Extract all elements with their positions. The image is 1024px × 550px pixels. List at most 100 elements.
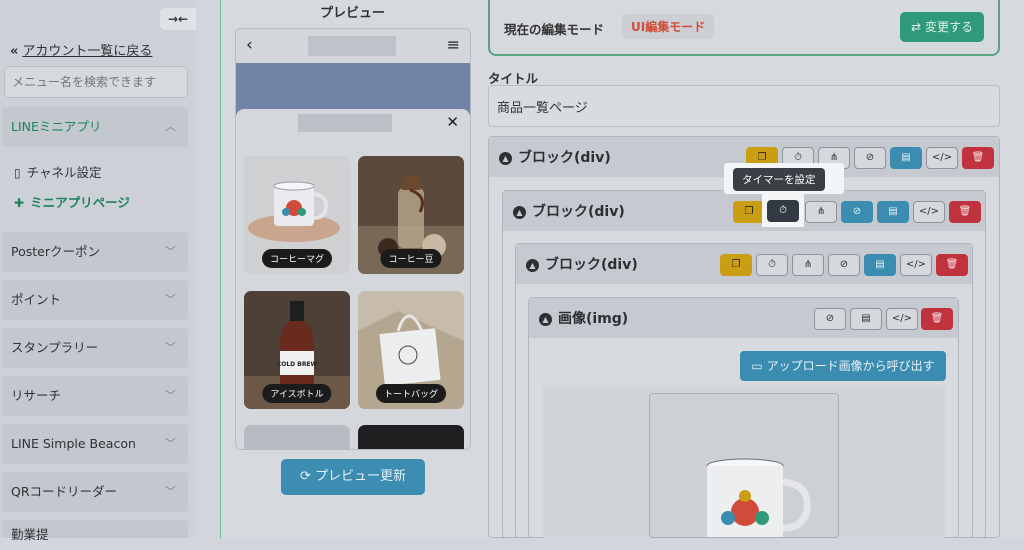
nav-section-research[interactable]: リサーチ ﹀ (2, 376, 188, 416)
block-header: ▲ ブロック(div) ❐ ⋔ ⊘ ▤ </> 🗑 (503, 191, 985, 231)
chevron-down-icon: ﹀ (165, 245, 176, 258)
title-input[interactable] (488, 85, 1000, 127)
image-preview[interactable] (649, 393, 839, 538)
link-icon[interactable]: ⊘ (841, 201, 873, 223)
file-icon[interactable]: ▤ (890, 147, 922, 169)
block-title-label: 画像(img) (558, 311, 629, 327)
hierarchy-icon[interactable]: ⋔ (792, 254, 824, 276)
nav-section-label: LINEミニアプリ (11, 119, 102, 134)
file-icon[interactable]: ▤ (850, 308, 882, 330)
blurred-title (308, 36, 396, 56)
preview-title: プレビュー (320, 6, 386, 21)
block-title[interactable]: ▲ 画像(img) (539, 308, 628, 328)
back-arrow-icon[interactable]: ‹ (246, 35, 253, 55)
copy-icon[interactable]: ❐ (720, 254, 752, 276)
block-title-label: ブロック(div) (545, 257, 638, 273)
product-tile-bottle[interactable]: COLD BREW アイスボトル (244, 291, 350, 409)
file-icon[interactable]: ▤ (877, 201, 909, 223)
collapse-toggle-icon[interactable]: ▲ (539, 313, 552, 326)
nav-section-label: QRコードリーダー (11, 484, 118, 499)
close-icon[interactable]: ✕ (446, 113, 459, 131)
timer-tooltip: タイマーを設定 (733, 168, 825, 191)
double-chevron-left-icon: « (10, 44, 19, 59)
menu-search-input[interactable] (4, 66, 188, 98)
trash-icon[interactable]: 🗑 (936, 254, 968, 276)
sidebar-item-mini-app-page[interactable]: ✚ ミニアプリページ (14, 192, 130, 211)
nav-section-line-simple-beacon[interactable]: LINE Simple Beacon ﹀ (2, 424, 188, 464)
back-link-label: アカウント一覧に戻る (22, 44, 153, 59)
block-header: ▲ 画像(img) ⊘ ▤ </> 🗑 (529, 298, 958, 338)
product-label: トートバッグ (375, 384, 447, 403)
edit-mode-panel: 現在の編集モード UI編集モード ⇄ 変更する (488, 0, 1000, 56)
nav-section-label: リサーチ (11, 388, 62, 403)
edit-mode-badge: UI編集モード (622, 14, 715, 39)
block-title-label: ブロック(div) (532, 204, 625, 220)
puzzle-icon: ✚ (14, 196, 25, 210)
preview-refresh-button[interactable]: ⟳ プレビュー更新 (281, 459, 425, 495)
nav-section-label: Posterクーポン (11, 244, 100, 259)
block-header: ▲ ブロック(div) ❐ ⏱ ⋔ ⊘ ▤ </> 🗑 (516, 244, 972, 284)
product-tile-beans[interactable]: コーヒー豆 (358, 156, 464, 274)
mug-preview-image (706, 458, 811, 537)
product-tile-tote[interactable]: トートバッグ (358, 291, 464, 409)
nav-section-label: 勤業提 (11, 527, 49, 542)
nav-section-partial[interactable]: 勤業提 (2, 520, 188, 542)
nav-section-poster-coupon[interactable]: Posterクーポン ﹀ (2, 232, 188, 272)
back-to-accounts-link[interactable]: «アカウント一覧に戻る (10, 40, 152, 59)
block-title[interactable]: ▲ ブロック(div) (526, 254, 638, 274)
product-modal: ✕ コーヒーマグ コーヒー豆 COLD BREW アイスボトル トートバッグ (236, 109, 470, 449)
sidebar-item-label: ミニアプリページ (30, 195, 130, 210)
code-icon[interactable]: </> (926, 147, 958, 169)
code-icon[interactable]: </> (900, 254, 932, 276)
file-icon[interactable]: ▤ (864, 254, 896, 276)
trash-icon[interactable]: 🗑 (962, 147, 994, 169)
sidebar: →← «アカウント一覧に戻る LINEミニアプリ ︿ ▯ チャネル設定 ✚ ミニアプ… (0, 0, 196, 542)
chevron-up-icon: ︿ (165, 120, 176, 133)
nav-section-qr-reader[interactable]: QRコードリーダー ﹀ (2, 472, 188, 512)
chevron-down-icon: ﹀ (165, 485, 176, 498)
nav-section-line-mini-app[interactable]: LINEミニアプリ ︿ (2, 107, 188, 147)
collapse-sidebar-button[interactable]: →← (160, 8, 196, 30)
link-icon[interactable]: ⊘ (828, 254, 860, 276)
collapse-toggle-icon[interactable]: ▲ (499, 152, 512, 165)
copy-icon[interactable]: ❐ (733, 201, 765, 223)
timer-icon[interactable]: ⏱ (756, 254, 788, 276)
change-mode-button[interactable]: ⇄ 変更する (900, 12, 984, 42)
chevron-down-icon: ﹀ (165, 389, 176, 402)
product-tile-partial[interactable] (244, 425, 350, 449)
refresh-icon: ⟳ (299, 469, 311, 484)
hamburger-menu-icon[interactable]: ≡ (447, 35, 460, 54)
code-icon[interactable]: </> (913, 201, 945, 223)
code-icon[interactable]: </> (886, 308, 918, 330)
trash-icon[interactable]: 🗑 (949, 201, 981, 223)
folder-icon: ▭ (751, 359, 763, 373)
nav-section-stamp-rally[interactable]: スタンプラリー ﹀ (2, 328, 188, 368)
nav-section-label: LINE Simple Beacon (11, 436, 136, 451)
product-tile-partial[interactable] (358, 425, 464, 449)
nav-section-label: スタンプラリー (11, 340, 99, 355)
swap-icon: ⇄ (911, 20, 922, 34)
collapse-toggle-icon[interactable]: ▲ (526, 259, 539, 272)
trash-icon[interactable]: 🗑 (921, 308, 953, 330)
timer-icon[interactable]: ⏱ (767, 200, 799, 222)
phone-icon: ▯ (14, 166, 21, 180)
collapse-toggle-icon[interactable]: ▲ (513, 206, 526, 219)
link-icon[interactable]: ⊘ (854, 147, 886, 169)
product-label: コーヒーマグ (261, 249, 333, 268)
phone-header: ‹ ≡ (236, 29, 470, 63)
product-label: アイスボトル (262, 384, 332, 403)
banner-image (236, 63, 470, 115)
upload-image-label: アップロード画像から呼び出す (766, 359, 935, 373)
preview-refresh-label: プレビュー更新 (315, 469, 407, 484)
hierarchy-icon[interactable]: ⋔ (805, 201, 837, 223)
block-title[interactable]: ▲ ブロック(div) (499, 147, 611, 167)
block-title[interactable]: ▲ ブロック(div) (513, 201, 625, 221)
chevron-down-icon: ﹀ (165, 437, 176, 450)
nav-section-point[interactable]: ポイント ﹀ (2, 280, 188, 320)
sidebar-item-channel-settings[interactable]: ▯ チャネル設定 (14, 162, 102, 181)
nav-section-label: ポイント (11, 292, 62, 307)
link-icon[interactable]: ⊘ (814, 308, 846, 330)
product-label: コーヒー豆 (380, 249, 442, 268)
product-tile-mug[interactable]: コーヒーマグ (244, 156, 350, 274)
upload-image-button[interactable]: ▭ アップロード画像から呼び出す (740, 351, 946, 381)
